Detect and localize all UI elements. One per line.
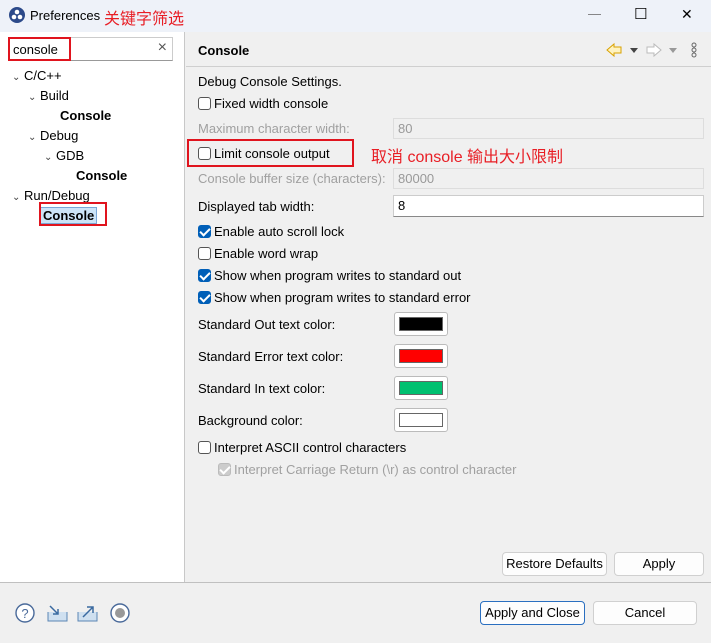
forward-menu-icon xyxy=(669,48,677,53)
window-title: Preferences xyxy=(30,8,101,23)
record-icon xyxy=(110,603,130,623)
max-width-input[interactable]: 80 xyxy=(393,118,704,139)
navigation-controls xyxy=(606,42,697,58)
show-stdout-checkbox[interactable]: Show when program writes to standard out xyxy=(198,268,461,283)
title-bar: Preferences 关键字筛选 — ☐ ✕ xyxy=(0,0,711,32)
max-width-label: Maximum character width: xyxy=(198,121,350,136)
stdin-color-label: Standard In text color: xyxy=(198,381,326,396)
filter-highlight-box xyxy=(8,37,71,61)
chevron-down-icon[interactable]: ⌄ xyxy=(28,89,40,107)
tree-item-label: Build xyxy=(40,88,69,103)
back-menu-icon xyxy=(630,48,638,53)
background-color-label: Background color: xyxy=(198,413,303,428)
chevron-down-icon[interactable]: ⌄ xyxy=(12,69,24,87)
stderr-color-button[interactable] xyxy=(394,344,448,368)
tree-item[interactable]: ⌄ Debug xyxy=(28,127,78,145)
forward-icon xyxy=(646,42,662,58)
tree-item-label: C/C++ xyxy=(24,68,62,83)
fixed-width-checkbox[interactable]: Fixed width console xyxy=(198,96,328,111)
limit-highlight-box xyxy=(187,139,354,167)
color-swatch xyxy=(399,381,443,395)
stdin-color-button[interactable] xyxy=(394,376,448,400)
chevron-down-icon[interactable]: ⌄ xyxy=(44,149,56,167)
auto-scroll-checkbox[interactable]: Enable auto scroll lock xyxy=(198,224,344,239)
stderr-color-label: Standard Error text color: xyxy=(198,349,344,364)
apply-button[interactable]: Apply xyxy=(614,552,704,576)
apply-and-close-button[interactable]: Apply and Close xyxy=(480,601,585,625)
buffer-size-input[interactable]: 80000 xyxy=(393,168,704,189)
tree-item-label: Console xyxy=(60,108,112,123)
back-icon xyxy=(606,42,622,58)
tab-width-label: Displayed tab width: xyxy=(198,199,315,214)
tree-item[interactable]: Console xyxy=(44,107,111,125)
word-wrap-checkbox[interactable]: Enable word wrap xyxy=(198,246,318,261)
page-title: Console xyxy=(198,43,250,58)
carriage-return-checkbox[interactable]: Interpret Carriage Return (\r) as contro… xyxy=(218,462,517,477)
stdout-color-button[interactable] xyxy=(394,312,448,336)
dialog-footer: ? Apply and Close Cancel xyxy=(0,582,711,643)
import-icon xyxy=(47,605,68,622)
export-icon xyxy=(77,606,98,622)
minimize-button[interactable]: — xyxy=(588,6,601,21)
tab-width-input[interactable]: 8 xyxy=(393,195,704,217)
show-stderr-checkbox[interactable]: Show when program writes to standard err… xyxy=(198,290,471,305)
tree-item[interactable]: Console xyxy=(60,167,127,185)
stdout-color-label: Standard Out text color: xyxy=(198,317,336,332)
color-swatch xyxy=(399,413,443,427)
background-color-button[interactable] xyxy=(394,408,448,432)
color-swatch xyxy=(399,349,443,363)
tree-item-label: Run/Debug xyxy=(24,188,90,203)
tree-item-label: Console xyxy=(76,168,128,183)
tree-item-label: Debug xyxy=(40,128,79,143)
restore-defaults-button[interactable]: Restore Defaults xyxy=(502,552,607,576)
close-button[interactable]: ✕ xyxy=(681,6,693,23)
chevron-down-icon[interactable]: ⌄ xyxy=(28,129,40,147)
section-label: Debug Console Settings. xyxy=(198,74,342,89)
filter-annotation: 关键字筛选 xyxy=(104,11,185,28)
svg-text:?: ? xyxy=(21,606,28,621)
buffer-size-label: Console buffer size (characters): xyxy=(198,171,386,186)
footer-icons: ? xyxy=(15,603,130,623)
help-icon: ? xyxy=(15,603,35,623)
chevron-down-icon[interactable]: ⌄ xyxy=(12,189,24,207)
page-header: Console xyxy=(186,32,711,67)
color-swatch xyxy=(399,317,443,331)
maximize-button[interactable]: ☐ xyxy=(634,5,647,23)
tree-item[interactable]: ⌄ GDB xyxy=(44,147,84,165)
tree-item[interactable]: ⌄ C/C++ xyxy=(12,67,62,85)
tree-item-label: GDB xyxy=(56,148,85,163)
limit-annotation: 取消 console 输出大小限制 xyxy=(371,149,564,166)
cancel-button[interactable]: Cancel xyxy=(593,601,697,625)
selection-highlight-box xyxy=(39,202,107,226)
clear-filter-icon[interactable]: × xyxy=(158,39,167,57)
tree-item[interactable]: ⌄ Build xyxy=(28,87,69,105)
ascii-control-checkbox[interactable]: Interpret ASCII control characters xyxy=(198,440,406,455)
eclipse-app-icon xyxy=(9,7,25,23)
